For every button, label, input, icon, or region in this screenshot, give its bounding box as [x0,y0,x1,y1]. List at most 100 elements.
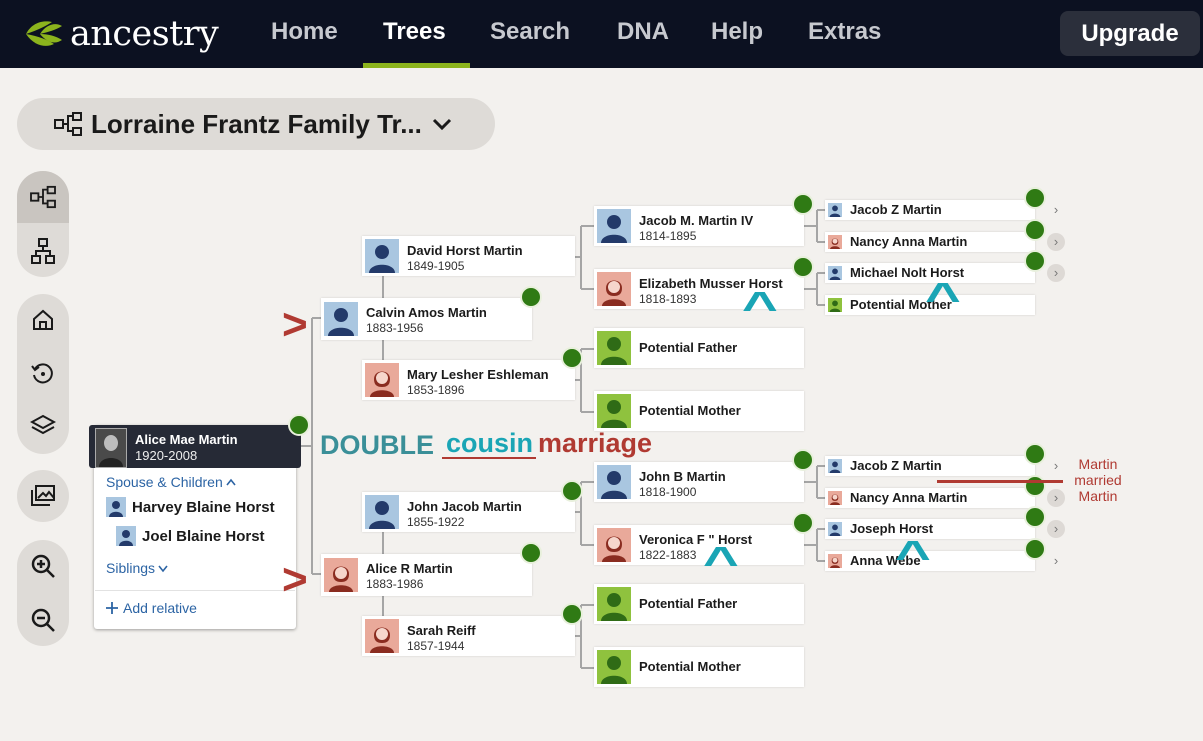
hint-leaf-icon[interactable] [1024,219,1046,241]
annotation-caret: ^ [924,274,961,323]
male-avatar-icon [365,495,399,529]
hint-leaf-icon[interactable] [792,256,814,278]
person-name: Nancy Anna Martin [850,490,968,505]
hint-leaf-icon[interactable] [520,286,542,308]
hint-leaf-icon[interactable] [561,480,583,502]
home-person-photo[interactable] [95,428,127,468]
person-name: David Horst Martin [407,243,523,258]
annotation-caret: ^ [741,283,778,332]
female-avatar-icon [365,363,399,397]
person-dates: 1883-1956 [366,321,424,335]
male-avatar-icon [365,239,399,273]
person-name: Alice R Martin [366,561,453,576]
female-avatar-icon [597,272,631,306]
spouse-item[interactable]: Joel Blaine Horst [116,526,265,546]
person-name: Jacob Z Martin [850,458,942,473]
annotation-line-text: Martin [1078,488,1118,504]
annotation-line-text: married [1074,472,1122,488]
chevron-right-icon[interactable]: › [1047,233,1065,251]
annotation-caret: ^ [894,532,931,581]
person-dates: 1849-1905 [407,259,465,273]
person-name: Mary Lesher Eshleman [407,367,549,382]
chevron-down-icon [158,565,168,573]
chevron-right-icon[interactable]: › [1047,457,1065,475]
hint-leaf-icon[interactable] [1024,187,1046,209]
spouse-name: Harvey Blaine Horst [132,498,275,516]
annotation-cousin: cousin [446,428,534,458]
add-relative-label: Add relative [123,600,197,616]
chevron-right-icon[interactable]: › [1047,489,1065,507]
spouse-children-label: Spouse & Children [106,474,223,490]
hint-leaf-icon[interactable] [792,449,814,471]
person-dates: 1818-1893 [639,292,697,306]
annotation-line [937,480,1063,483]
male-avatar-icon [828,459,842,473]
siblings-label: Siblings [106,560,156,576]
person-name: Jacob Z Martin [850,202,942,217]
spouse-item[interactable]: Harvey Blaine Horst [106,497,275,517]
tree-connector-lines [301,209,825,669]
unknown-avatar-icon [597,331,631,365]
chevron-right-icon[interactable]: › [1047,552,1065,570]
spouse-name: Joel Blaine Horst [142,527,265,545]
hint-leaf-icon[interactable] [520,542,542,564]
male-avatar-icon [324,302,358,336]
home-person-dates: 1920-2008 [135,448,198,463]
annotation-martin-married-martin: Martin married Martin [1066,456,1130,504]
person-dates: 1853-1896 [407,383,465,397]
female-avatar-icon [597,528,631,562]
annotation-line-text: Martin [1078,456,1118,472]
person-dates: 1814-1895 [639,229,697,243]
person-dates: 1818-1900 [639,485,697,499]
female-avatar-icon [828,235,842,249]
annotation-caret: ^ [702,538,739,587]
person-dates: 1883-1986 [366,577,424,591]
female-avatar-icon [365,619,399,653]
spouse-children-toggle[interactable]: Spouse & Children [106,474,237,490]
male-avatar-icon [106,497,126,517]
person-name: Jacob M. Martin IV [639,213,754,228]
hint-leaf-icon[interactable] [1024,506,1046,528]
person-name: Potential Father [639,596,738,611]
female-avatar-icon [828,491,842,505]
unknown-avatar-icon [828,298,842,312]
person-name: John Jacob Martin [407,499,522,514]
hint-leaf-icon[interactable] [288,414,310,436]
unknown-avatar-icon [597,650,631,684]
annotation-arrow: > [282,300,308,349]
male-avatar-icon [597,465,631,499]
person-name: Nancy Anna Martin [850,234,968,249]
hint-leaf-icon[interactable] [1024,250,1046,272]
male-avatar-icon [828,266,842,280]
hint-leaf-icon[interactable] [561,603,583,625]
hint-leaf-icon[interactable] [1024,443,1046,465]
person-dates: 1855-1922 [407,515,465,529]
hint-leaf-icon[interactable] [561,347,583,369]
unknown-avatar-icon [597,587,631,621]
unknown-avatar-icon [597,394,631,428]
person-name: Potential Mother [639,403,741,418]
portrait-photo [96,429,126,467]
person-name: Potential Father [639,340,738,355]
chevron-right-icon[interactable]: › [1047,520,1065,538]
male-avatar-icon [828,203,842,217]
chevron-right-icon[interactable]: › [1047,201,1065,219]
plus-icon [106,602,118,614]
female-avatar-icon [828,554,842,568]
annotation-arrow: > [282,555,308,604]
home-person-name[interactable]: Alice Mae Martin [135,432,238,447]
person-name: Sarah Reiff [407,623,476,638]
chevron-right-icon[interactable]: › [1047,264,1065,282]
annotation-double: DOUBLE [320,430,434,460]
male-avatar-icon [828,522,842,536]
hint-leaf-icon[interactable] [792,193,814,215]
siblings-toggle[interactable]: Siblings [106,560,169,576]
hint-leaf-icon[interactable] [1024,475,1046,497]
add-relative-button[interactable]: Add relative [105,600,197,616]
annotation-underline [442,457,536,459]
hint-leaf-icon[interactable] [1024,538,1046,560]
hint-leaf-icon[interactable] [792,512,814,534]
person-dates: 1822-1883 [639,548,697,562]
divider [95,590,295,591]
person-name: John B Martin [639,469,726,484]
